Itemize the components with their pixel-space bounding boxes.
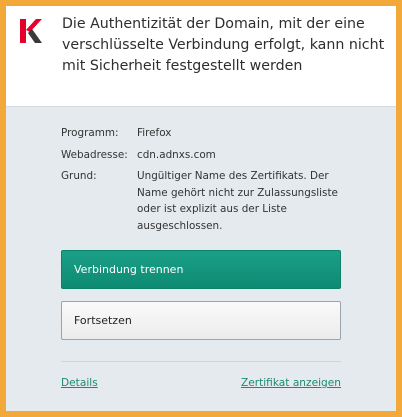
dialog-title: Die Authentizität der Domain, mit der ei… <box>62 16 385 74</box>
program-label: Programm: <box>61 127 119 139</box>
reason-value: Ungültiger Name des Zertifikats. Der Nam… <box>137 170 338 232</box>
reason-label: Grund: <box>61 170 97 182</box>
dialog-window: Die Authentizität der Domain, mit der ei… <box>6 6 396 411</box>
address-value: cdn.adnxs.com <box>137 149 216 161</box>
dialog-header: Die Authentizität der Domain, mit der ei… <box>6 6 396 107</box>
address-label: Webadresse: <box>61 149 128 161</box>
details-link[interactable]: Details <box>61 377 98 389</box>
kaspersky-logo-icon <box>20 19 42 43</box>
disconnect-button[interactable]: Verbindung trennen <box>61 250 341 289</box>
continue-button[interactable]: Fortsetzen <box>61 301 341 340</box>
divider <box>61 361 341 362</box>
program-value: Firefox <box>137 127 172 139</box>
show-certificate-link[interactable]: Zertifikat anzeigen <box>241 377 341 389</box>
